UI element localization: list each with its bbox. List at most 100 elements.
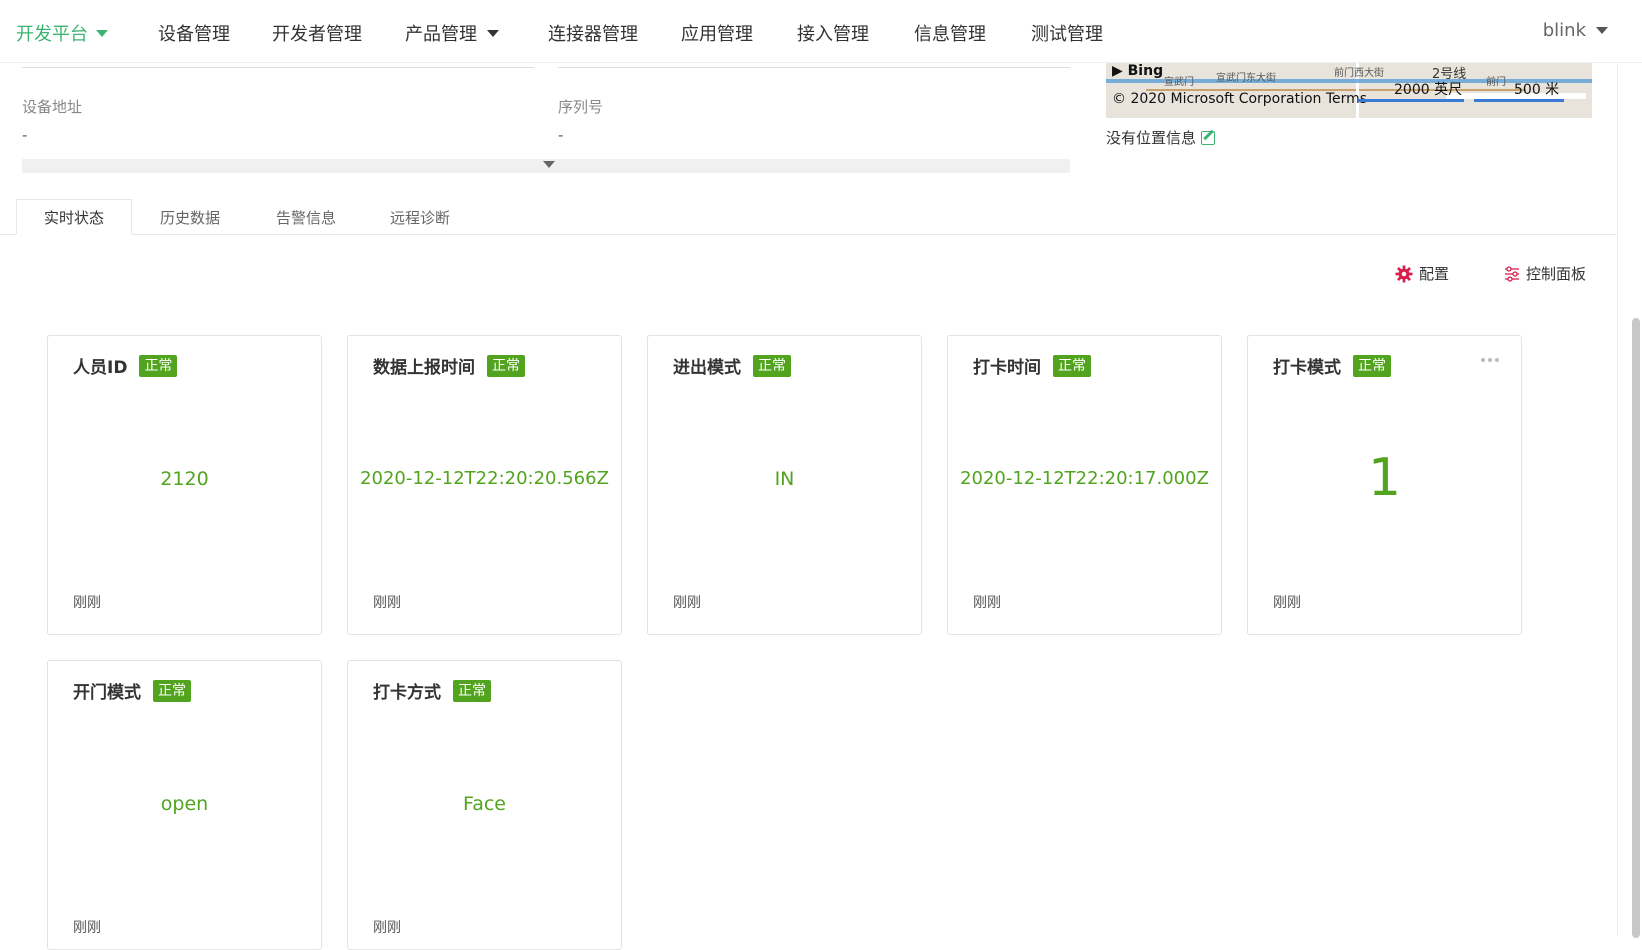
- address-label: 设备地址: [22, 98, 83, 116]
- nav-label: 产品管理: [405, 24, 477, 45]
- metric-card[interactable]: 打卡模式 正常 1 刚刚: [1247, 335, 1522, 635]
- nav-item-message[interactable]: 信息管理: [914, 20, 986, 46]
- card-title-text: 打卡时间: [973, 358, 1041, 378]
- nav-label: 接入管理: [797, 24, 869, 45]
- status-badge: 正常: [453, 679, 491, 702]
- field-underline: [558, 67, 1070, 68]
- no-location-info: 没有位置信息: [1106, 127, 1216, 148]
- scrollbar-thumb[interactable]: [1632, 318, 1640, 938]
- metric-card[interactable]: 数据上报时间 正常 2020-12-12T22:20:20.566Z 刚刚: [347, 335, 622, 635]
- serial-value: -: [558, 126, 564, 144]
- chevron-down-icon: [1596, 27, 1608, 34]
- card-time: 刚刚: [1273, 595, 1301, 611]
- card-value: IN: [774, 468, 795, 490]
- card-time: 刚刚: [373, 595, 401, 611]
- nav-item-connector[interactable]: 连接器管理: [548, 20, 638, 46]
- status-badge: 正常: [139, 354, 178, 377]
- nav-item-device[interactable]: 设备管理: [158, 20, 230, 46]
- card-title: 打卡模式 正常: [1273, 353, 1391, 378]
- metric-card[interactable]: 人员ID 正常 2120 刚刚: [47, 335, 322, 635]
- bing-label: Bing: [1127, 63, 1164, 79]
- tabs-divider: [0, 234, 1617, 235]
- tab-label: 历史数据: [159, 208, 220, 227]
- config-label: 配置: [1419, 265, 1450, 283]
- card-value: 2120: [160, 468, 209, 490]
- metric-card[interactable]: 打卡时间 正常 2020-12-12T22:20:17.000Z 刚刚: [947, 335, 1222, 635]
- metric-card[interactable]: 开门模式 正常 open 刚刚: [47, 660, 322, 950]
- status-badge: 正常: [1353, 354, 1391, 377]
- metric-card[interactable]: 进出模式 正常 IN 刚刚: [647, 335, 922, 635]
- tab-alarm-info[interactable]: 告警信息: [254, 199, 358, 235]
- tab-label: 实时状态: [43, 208, 104, 227]
- user-name: blink: [1542, 20, 1586, 41]
- brand-label: 开发平台: [16, 24, 88, 45]
- top-nav: 开发平台 设备管理 开发者管理 产品管理 连接器管理 应用管理 接入管理 信息管…: [0, 0, 1642, 63]
- nav-item-developer[interactable]: 开发者管理: [272, 20, 362, 46]
- bing-logo: ▶ Bing: [1112, 63, 1164, 79]
- tab-history-data[interactable]: 历史数据: [138, 199, 242, 235]
- card-value: 2020-12-12T22:20:17.000Z: [960, 468, 1209, 489]
- field-underline: [22, 67, 534, 68]
- card-value: Face: [463, 793, 506, 815]
- no-location-text: 没有位置信息: [1106, 129, 1197, 147]
- gear-icon: [1395, 264, 1413, 283]
- card-time: 刚刚: [73, 595, 101, 611]
- tab-label: 远程诊断: [389, 208, 450, 227]
- location-map[interactable]: 宣武门 宣武门东大街 前门西大街 2号线 前门 ▶ Bing © 2020 Mi…: [1106, 63, 1592, 118]
- map-label: 宣武门: [1164, 77, 1194, 88]
- edit-icon[interactable]: [1201, 130, 1216, 145]
- tab-realtime-status[interactable]: 实时状态: [16, 199, 132, 235]
- map-copyright: © 2020 Microsoft Corporation Terms: [1112, 91, 1367, 107]
- map-label: 宣武门东大街: [1216, 73, 1276, 84]
- card-title-text: 开门模式: [73, 683, 141, 703]
- sliders-icon: [1505, 265, 1519, 282]
- scale-metric: 500 米: [1514, 82, 1560, 98]
- scale-bar: [1474, 99, 1564, 102]
- chevron-down-icon: [96, 29, 108, 37]
- card-title-text: 进出模式: [673, 358, 741, 378]
- tab-remote-diagnosis[interactable]: 远程诊断: [368, 199, 472, 235]
- nav-label: 设备管理: [158, 24, 230, 45]
- card-title: 进出模式 正常: [673, 353, 791, 378]
- metric-card[interactable]: 打卡方式 正常 Face 刚刚: [347, 660, 622, 950]
- nav-item-access[interactable]: 接入管理: [797, 20, 869, 46]
- card-time: 刚刚: [373, 920, 401, 936]
- user-menu[interactable]: blink: [1543, 20, 1608, 41]
- map-label: 前门: [1486, 77, 1506, 88]
- tab-label: 告警信息: [275, 208, 336, 227]
- nav-label: 信息管理: [914, 24, 986, 45]
- nav-item-application[interactable]: 应用管理: [681, 20, 753, 46]
- card-title-text: 人员ID: [73, 358, 128, 378]
- card-time: 刚刚: [73, 920, 101, 936]
- nav-label: 应用管理: [681, 24, 753, 45]
- card-title: 数据上报时间 正常: [373, 353, 525, 378]
- chevron-down-icon: [543, 161, 555, 168]
- nav-label: 连接器管理: [548, 24, 638, 45]
- nav-item-product[interactable]: 产品管理: [405, 20, 499, 46]
- card-value: 1: [1367, 448, 1402, 508]
- status-badge: 正常: [753, 354, 791, 377]
- chevron-down-icon: [487, 29, 499, 37]
- config-button[interactable]: 配置: [1395, 263, 1449, 284]
- card-title: 打卡时间 正常: [973, 353, 1091, 378]
- card-time: 刚刚: [673, 595, 701, 611]
- status-badge: 正常: [487, 354, 525, 377]
- card-title: 打卡方式 正常: [373, 678, 491, 703]
- card-title: 人员ID 正常: [73, 353, 178, 378]
- scale-imperial: 2000 英尺: [1394, 82, 1463, 98]
- nav-label: 测试管理: [1031, 24, 1103, 45]
- card-title-text: 打卡方式: [373, 683, 441, 703]
- scale-bar: [1358, 99, 1464, 102]
- nav-label: 开发者管理: [272, 24, 362, 45]
- more-options-icon[interactable]: [1481, 358, 1499, 362]
- brand-menu[interactable]: 开发平台: [16, 20, 108, 46]
- nav-item-test[interactable]: 测试管理: [1031, 20, 1103, 46]
- card-title-text: 打卡模式: [1273, 358, 1341, 378]
- card-value: open: [160, 793, 209, 815]
- status-badge: 正常: [153, 679, 191, 702]
- card-title-text: 数据上报时间: [373, 358, 475, 378]
- card-time: 刚刚: [973, 595, 1001, 611]
- control-panel-button[interactable]: 控制面板: [1504, 263, 1586, 284]
- card-value: 2020-12-12T22:20:20.566Z: [360, 468, 609, 489]
- control-panel-label: 控制面板: [1526, 265, 1587, 283]
